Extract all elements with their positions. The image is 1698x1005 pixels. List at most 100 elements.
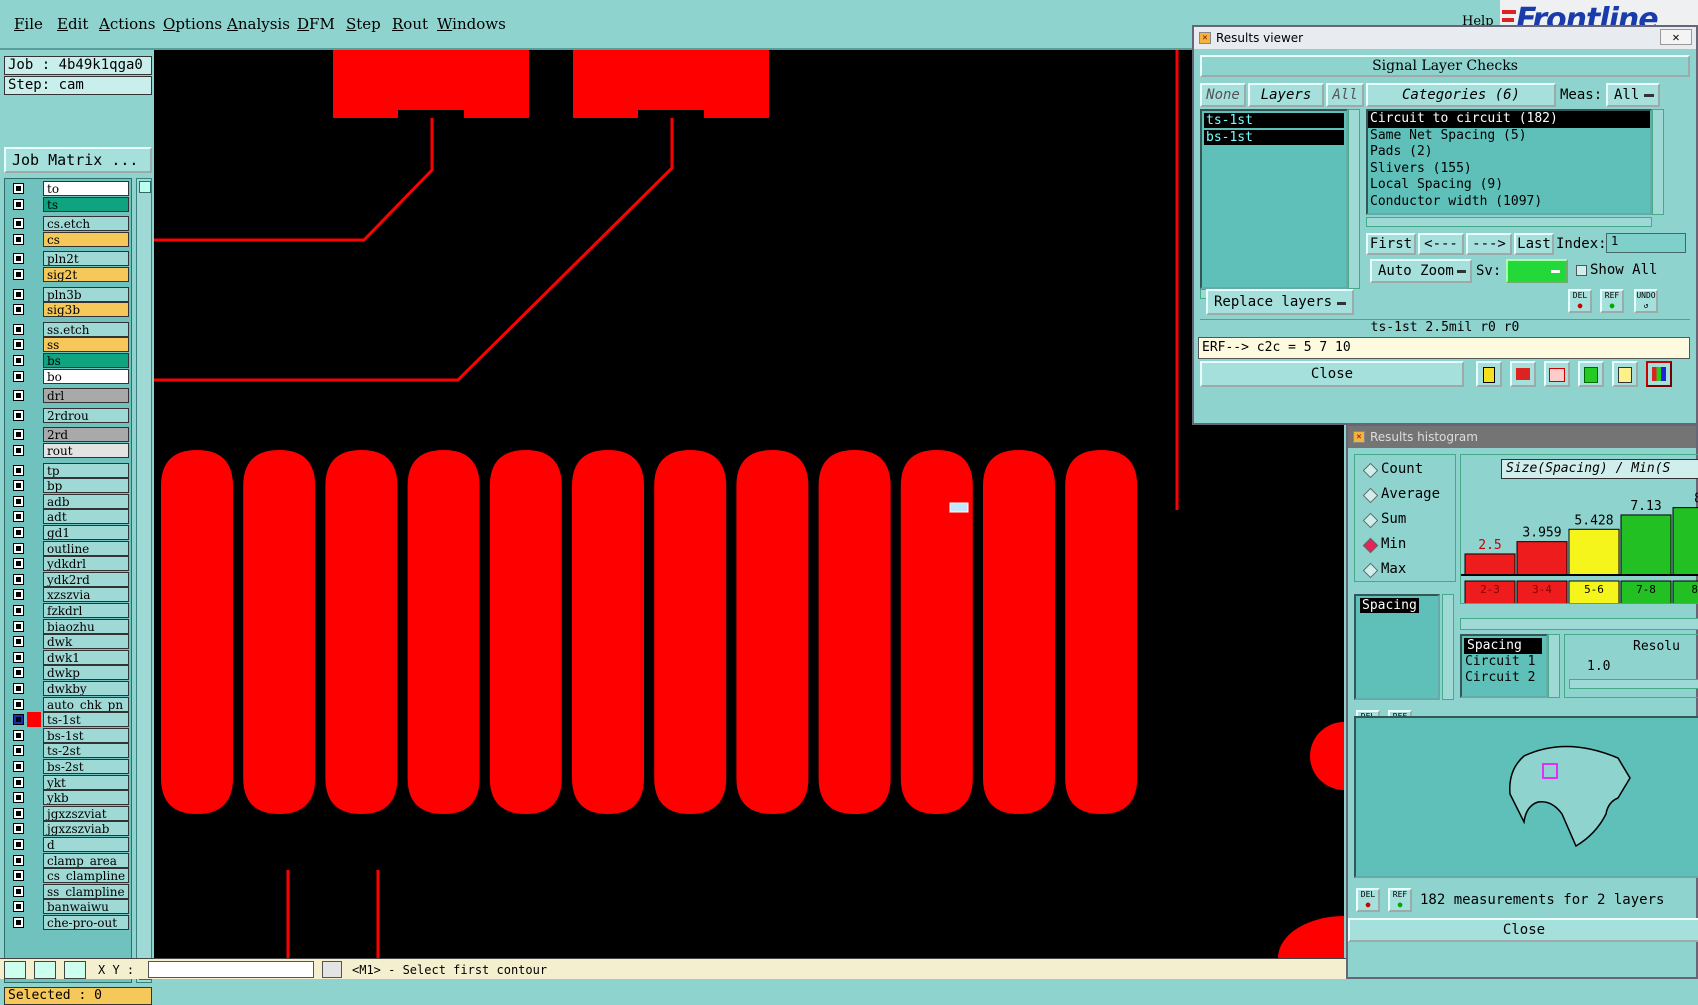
count-icon[interactable]: [1578, 361, 1604, 387]
layer-checkbox[interactable]: [13, 445, 24, 456]
layer-row-ts-1st[interactable]: ts-1st: [7, 712, 131, 728]
layer-checkbox[interactable]: [13, 495, 24, 507]
pcb-drawing[interactable]: [154, 50, 1344, 958]
layer-row-bp[interactable]: bp: [7, 478, 131, 494]
layer-checkbox[interactable]: [13, 480, 24, 492]
menu-windows[interactable]: Windows: [437, 15, 506, 33]
histogram-bar[interactable]: [1464, 553, 1516, 576]
finger-pad[interactable]: [325, 450, 398, 814]
none-button[interactable]: None: [1200, 83, 1246, 107]
layer-row-ydk2rd[interactable]: ydk2rd: [7, 571, 131, 587]
layer-checkbox[interactable]: [13, 542, 24, 554]
layer-checkbox[interactable]: [13, 573, 24, 585]
all-button[interactable]: All: [1326, 83, 1364, 107]
layer-row-ss_clampline[interactable]: ss_clampline: [7, 883, 131, 899]
ref-icon[interactable]: REF ●: [1600, 289, 1624, 313]
finger-pad[interactable]: [983, 450, 1055, 814]
severity-dropdown[interactable]: [1506, 259, 1568, 283]
layer-row-d[interactable]: d: [7, 837, 131, 852]
layers-button[interactable]: Layers: [1248, 83, 1324, 107]
layer-row-ss[interactable]: ss: [7, 337, 131, 353]
layer-row-cs_clampline[interactable]: cs_clampline: [7, 868, 131, 884]
notes-icon[interactable]: [1612, 361, 1638, 387]
layer-row-jgxzszviab[interactable]: jgxzszviab: [7, 821, 131, 837]
layer-list-scrollbar[interactable]: [136, 178, 152, 983]
finger-pad[interactable]: [1065, 450, 1138, 814]
layer-row-adb[interactable]: adb: [7, 493, 131, 509]
menu-step[interactable]: Step: [346, 15, 381, 33]
shape-ref-icon[interactable]: REF ●: [1388, 888, 1412, 912]
show-all-checkbox[interactable]: [1576, 265, 1587, 276]
option-radio-min[interactable]: [1362, 537, 1379, 554]
layer-checkbox[interactable]: [13, 429, 24, 441]
layer-checkbox[interactable]: [13, 233, 24, 245]
pad-top-right[interactable]: [573, 50, 769, 118]
layer-checkbox[interactable]: [13, 390, 24, 402]
layer-row-pln2t[interactable]: pln2t: [7, 251, 131, 267]
layer-list-vscroll[interactable]: [1348, 109, 1360, 289]
layer-checkbox[interactable]: [13, 651, 24, 663]
histogram-bar[interactable]: [1568, 528, 1620, 576]
ref-result-icon[interactable]: [1544, 361, 1570, 387]
menu-file[interactable]: File: [14, 15, 43, 33]
layer-row-dwkby[interactable]: dwkby: [7, 681, 131, 696]
window-close-icon[interactable]: ✕: [1660, 29, 1692, 45]
layer-checkbox[interactable]: [13, 304, 24, 316]
layer-checkbox[interactable]: [13, 253, 24, 265]
command-icon[interactable]: [322, 961, 342, 978]
meas-dropdown[interactable]: All: [1606, 83, 1660, 107]
job-matrix-button[interactable]: Job Matrix ...: [4, 147, 152, 173]
finger-pad[interactable]: [736, 450, 809, 814]
layer-checkbox[interactable]: [13, 885, 24, 897]
rv-layer-item[interactable]: ts-1st: [1204, 113, 1344, 128]
category-item[interactable]: Pads (2): [1368, 144, 1650, 161]
histogram-bar[interactable]: [1516, 541, 1568, 576]
layer-checkbox[interactable]: [13, 218, 24, 230]
layer-checkbox[interactable]: [13, 729, 24, 741]
layer-checkbox[interactable]: [13, 870, 24, 882]
finger-pad[interactable]: [407, 450, 480, 814]
layer-row-bs-2st[interactable]: bs-2st: [7, 759, 131, 774]
layer-checkbox[interactable]: [13, 714, 24, 726]
option-radio-average[interactable]: [1362, 487, 1379, 504]
index-input[interactable]: 1: [1606, 233, 1686, 253]
undo-icon[interactable]: UNDO ↺: [1634, 289, 1658, 313]
layer-checkbox[interactable]: [13, 464, 24, 476]
layer-checkbox[interactable]: [13, 776, 24, 788]
histogram-bar[interactable]: [1672, 507, 1698, 576]
categories-button[interactable]: Categories (6): [1366, 83, 1556, 107]
rv-layer-item[interactable]: bs-1st: [1204, 130, 1344, 145]
del-icon[interactable]: DEL ●: [1568, 289, 1592, 313]
layer-checkbox[interactable]: [13, 370, 24, 382]
layer-row-che-pro-out[interactable]: che-pro-out: [7, 915, 131, 930]
menu-rout[interactable]: Rout: [392, 15, 428, 33]
layer-row-clamp_area[interactable]: clamp_area: [7, 852, 131, 868]
layer-checkbox[interactable]: [13, 667, 24, 679]
layer-row-dwk1[interactable]: dwk1: [7, 649, 131, 665]
menu-edit[interactable]: Edit: [57, 15, 88, 33]
layer-checkbox[interactable]: [13, 269, 24, 280]
layer-checkbox[interactable]: [13, 620, 24, 632]
layer-checkbox[interactable]: [13, 527, 24, 538]
layer-row-to[interactable]: to: [7, 181, 131, 196]
menu-dfm[interactable]: DFM: [297, 15, 335, 33]
layer-row-bs-1st[interactable]: bs-1st: [7, 727, 131, 743]
scroll-up-icon[interactable]: [139, 181, 151, 193]
layer-checkbox[interactable]: [13, 589, 24, 601]
auto-zoom-dropdown[interactable]: Auto Zoom: [1370, 259, 1472, 283]
selection-list[interactable]: Spacing Circuit 1 Circuit 2: [1460, 634, 1548, 698]
option-radio-sum[interactable]: [1362, 512, 1379, 529]
layer-row-2rdrou[interactable]: 2rdrou: [7, 407, 131, 423]
selection-item[interactable]: Circuit 2: [1462, 670, 1546, 686]
layer-checkbox[interactable]: [13, 323, 24, 335]
category-vscroll[interactable]: [1652, 109, 1664, 215]
layer-checkbox[interactable]: [13, 409, 24, 421]
layer-row-banwaiwu[interactable]: banwaiwu: [7, 899, 131, 915]
tool-pointer-icon[interactable]: [4, 961, 26, 979]
finger-pad[interactable]: [818, 450, 891, 814]
category-item[interactable]: Slivers (155): [1368, 161, 1650, 178]
layer-row-dwk[interactable]: dwk: [7, 634, 131, 650]
menu-analysis[interactable]: Analysis: [227, 15, 290, 33]
layer-row-sig2t[interactable]: sig2t: [7, 267, 131, 282]
layer-row-pln3b[interactable]: pln3b: [7, 286, 131, 302]
